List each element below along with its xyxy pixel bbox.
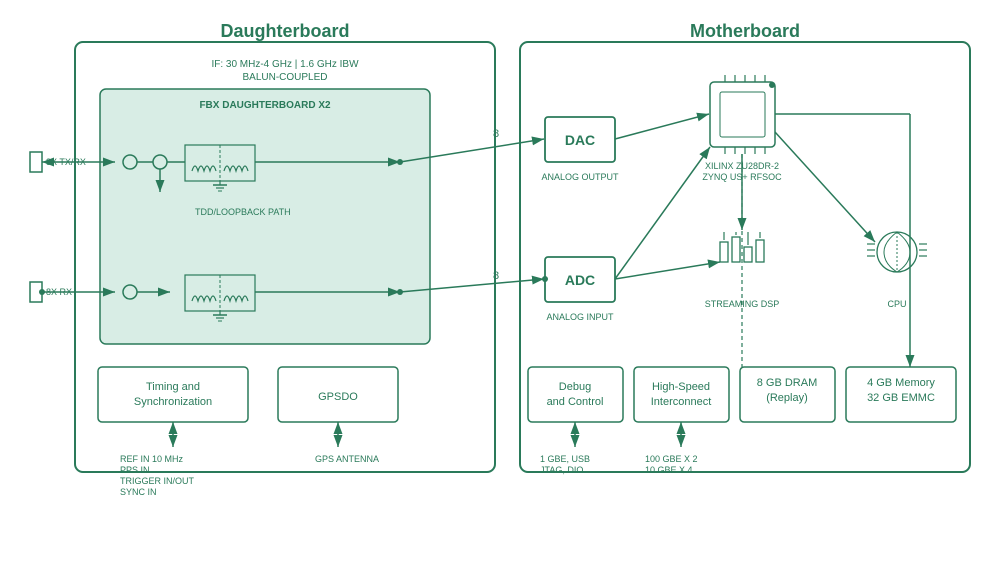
trigger-label: TRIGGER IN/OUT: [120, 476, 195, 486]
db-subtitle-1: IF: 30 MHz-4 GHz | 1.6 GHz IBW: [211, 59, 359, 70]
rx-dot: [39, 289, 45, 295]
gbe-usb-label: 1 GBE, USB: [540, 454, 590, 464]
debug-label-1: Debug: [559, 381, 591, 393]
gpsdo-label: GPSDO: [318, 391, 358, 403]
motherboard-title: Motherboard: [690, 21, 800, 41]
txrx-connector: [30, 152, 42, 172]
memory-label-2: 32 GB EMMC: [867, 392, 935, 404]
circle-1: [123, 155, 137, 169]
ref-in-label: REF IN 10 MHz: [120, 454, 184, 464]
circle-2: [153, 155, 167, 169]
daughterboard-title: Daughterboard: [220, 21, 349, 41]
adc-dot: [542, 276, 548, 282]
gpsdo-box: [278, 367, 398, 422]
highspeed-box: [634, 367, 729, 422]
dac-to-fpga: [615, 114, 709, 139]
adc-box: [545, 257, 615, 302]
adc-sub: ANALOG INPUT: [546, 312, 614, 322]
dsp-icon: [720, 232, 764, 262]
cpu-label: CPU: [887, 299, 906, 309]
jtag-label: JTAG, DIO: [540, 465, 583, 475]
highspeed-label-1: High-Speed: [652, 381, 710, 393]
fpga-dot: [769, 82, 775, 88]
tdd-label: TDD/LOOPBACK PATH: [195, 207, 291, 217]
sync-in-label: SYNC IN: [120, 487, 157, 497]
fpga-label-2: ZYNQ US+ RFSOC: [702, 172, 782, 182]
fpga-to-cpu: [775, 132, 875, 242]
transformer-upper-left-coils: [192, 166, 216, 171]
lower-path-dot: [397, 289, 403, 295]
cpu-icon: [867, 232, 927, 272]
debug-box: [528, 367, 623, 422]
transformer-lower-box: [185, 275, 255, 311]
lower-path-to-adc: [400, 279, 544, 292]
transformer-upper-right-coils: [224, 166, 248, 171]
arrow-8-top: 8: [493, 128, 499, 140]
fpga-label-1: XILINX ZU28DR-2: [705, 161, 779, 171]
motherboard-border: [520, 42, 970, 472]
transformer-upper-box: [185, 145, 255, 181]
fpga-box: [710, 82, 775, 147]
timing-label-1: Timing and: [146, 381, 200, 393]
highspeed-label-2: Interconnect: [651, 396, 712, 408]
main-diagram-svg: Daughterboard IF: 30 MHz-4 GHz | 1.6 GHz…: [20, 17, 980, 547]
rx-label: 8X RX: [46, 287, 72, 297]
dram-label-2: (Replay): [766, 392, 808, 404]
db-subtitle-2: BALUN-COUPLED: [242, 72, 327, 83]
fpga-inner: [720, 92, 765, 137]
gps-antenna-label: GPS ANTENNA: [315, 454, 379, 464]
100gbe-label: 100 GBE X 2: [645, 454, 698, 464]
dac-label: DAC: [565, 132, 595, 148]
dram-box: [740, 367, 835, 422]
dac-box: [545, 117, 615, 162]
debug-label-2: and Control: [547, 396, 604, 408]
upper-path-dot: [397, 159, 403, 165]
dsp-label: STREAMING DSP: [705, 299, 780, 309]
adc-to-fpga: [615, 147, 710, 279]
timing-label-2: Synchronization: [134, 396, 212, 408]
arrow-8-bot: 8: [493, 270, 499, 282]
adc-label: ADC: [565, 272, 595, 288]
txrx-label: 8X TX/RX: [46, 157, 86, 167]
daughterboard-border: [75, 42, 495, 472]
circle-3: [123, 285, 137, 299]
dram-label-1: 8 GB DRAM: [757, 377, 818, 389]
memory-label-1: 4 GB Memory: [867, 377, 935, 389]
transformer-lower-right-coils: [224, 296, 248, 301]
memory-box: [846, 367, 956, 422]
timing-box: [98, 367, 248, 422]
dac-sub: ANALOG OUTPUT: [541, 172, 619, 182]
fbx-box: [100, 89, 430, 344]
fbx-title: FBX DAUGHTERBOARD X2: [199, 100, 331, 111]
upper-path-to-dac: [400, 139, 544, 162]
10gbe-label: 10 GBE X 4: [645, 465, 693, 475]
rx-connector: [30, 282, 42, 302]
transformer-lower-left-coils: [192, 296, 216, 301]
adc-to-dsp: [615, 262, 720, 279]
pps-in-label: PPS IN: [120, 465, 150, 475]
